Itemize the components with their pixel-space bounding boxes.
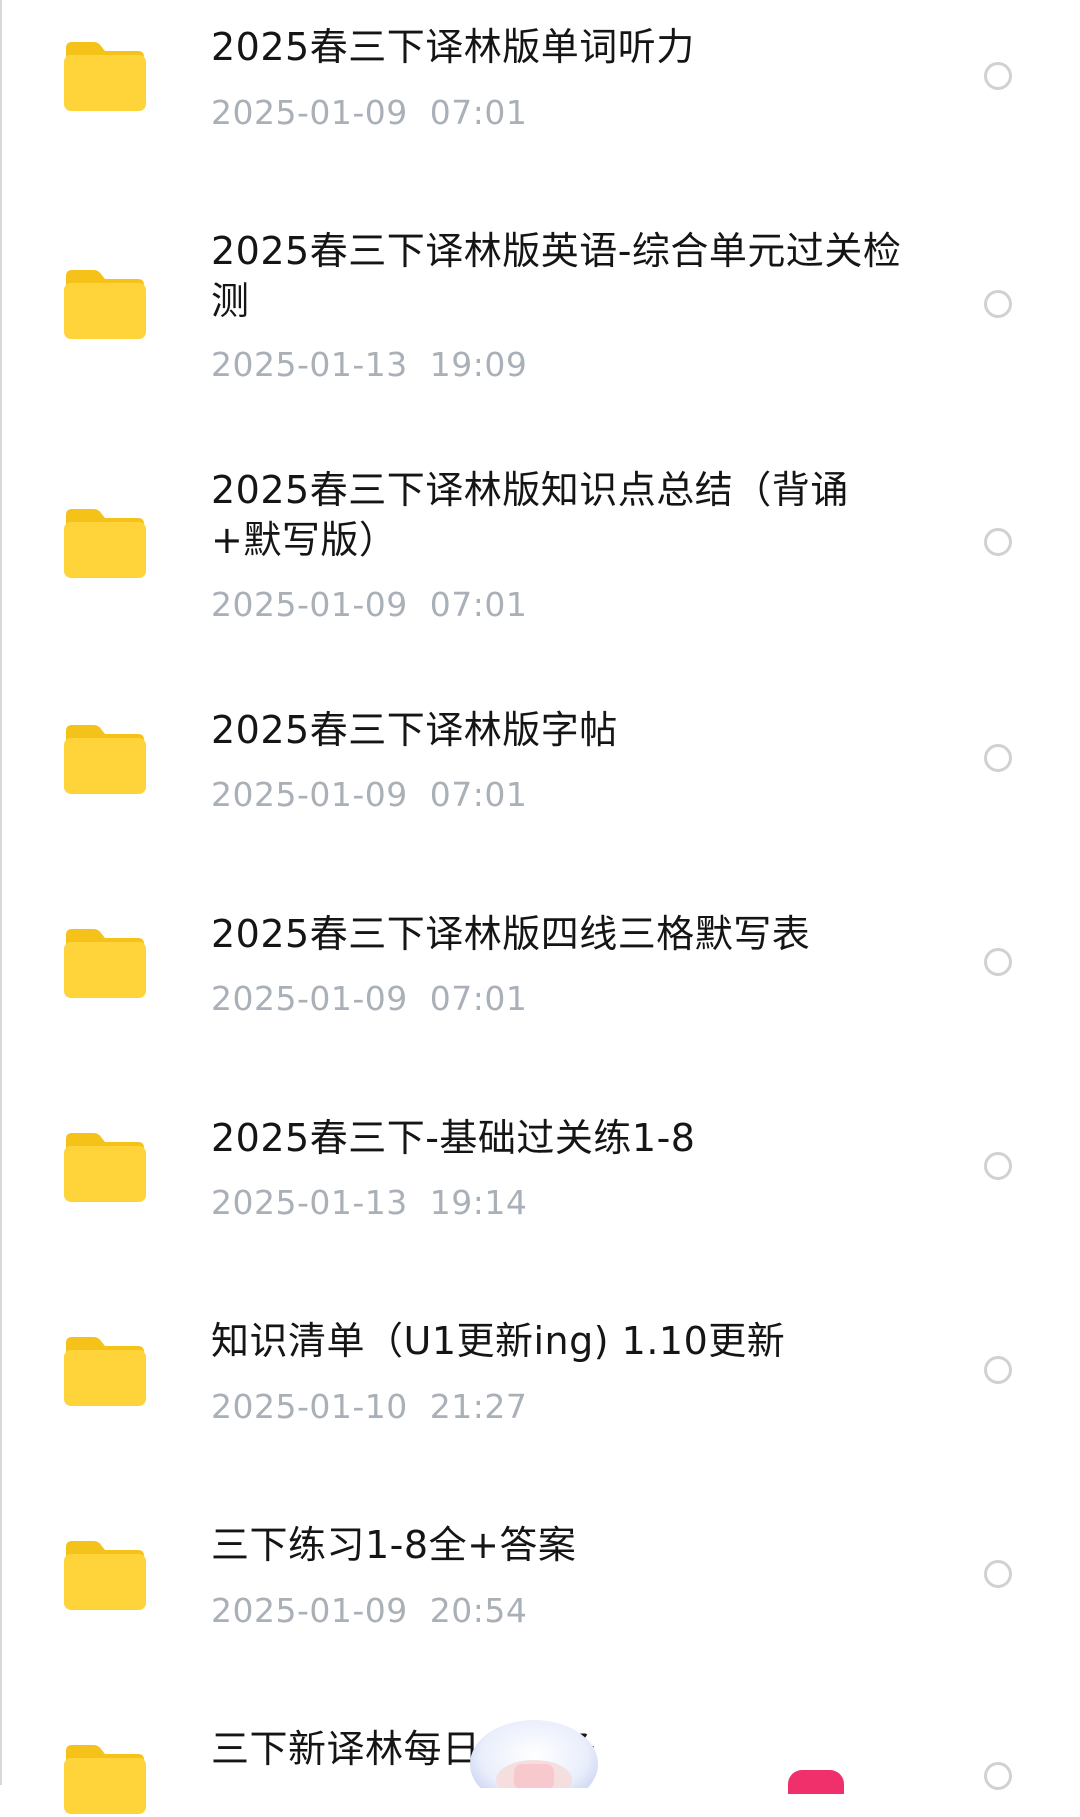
select-radio[interactable] — [984, 62, 1012, 90]
folder-icon — [62, 38, 148, 114]
select-radio[interactable] — [984, 290, 1012, 318]
file-name[interactable]: 2025春三下-基础过关练1-8 — [211, 1113, 911, 1163]
file-date: 2025-01-09 07:01 — [211, 775, 528, 814]
file-date: 2025-01-13 19:14 — [211, 1183, 528, 1222]
select-radio[interactable] — [984, 744, 1012, 772]
folder-icon — [62, 1333, 148, 1409]
select-radio[interactable] — [984, 1560, 1012, 1588]
folder-icon — [62, 721, 148, 797]
left-edge-divider — [0, 0, 2, 1785]
file-date: 2025-01-09 07:01 — [211, 585, 528, 624]
select-radio[interactable] — [984, 528, 1012, 556]
folder-icon — [62, 505, 148, 581]
folder-icon — [62, 925, 148, 1001]
folder-icon — [62, 266, 148, 342]
file-date: 2025-01-09 07:01 — [211, 979, 528, 1018]
file-name[interactable]: 2025春三下译林版四线三格默写表 — [211, 909, 911, 959]
select-radio[interactable] — [984, 1356, 1012, 1384]
file-name[interactable]: 知识清单（U1更新ing) 1.10更新 — [211, 1316, 911, 1366]
file-name[interactable]: 2025春三下译林版字帖 — [211, 705, 911, 755]
select-radio[interactable] — [984, 948, 1012, 976]
file-name[interactable]: 2025春三下译林版单词听力 — [211, 22, 911, 72]
file-name[interactable]: 2025春三下译林版英语-综合单元过关检测 — [211, 226, 911, 326]
file-date: 2025-01-10 21:27 — [211, 1387, 528, 1426]
file-name[interactable]: 三下练习1-8全+答案 — [211, 1520, 911, 1570]
folder-icon — [62, 1129, 148, 1205]
file-date: 2025-01-09 20:54 — [211, 1591, 528, 1630]
file-name[interactable]: 2025春三下译林版知识点总结（背诵+默写版） — [211, 465, 911, 565]
select-radio[interactable] — [984, 1762, 1012, 1790]
file-date: 2025-01-09 07:01 — [211, 93, 528, 132]
floating-badge[interactable] — [788, 1770, 844, 1794]
folder-icon — [62, 1537, 148, 1613]
floating-mascot-icon[interactable] — [468, 1718, 600, 1808]
folder-icon — [62, 1741, 148, 1817]
select-radio[interactable] — [984, 1152, 1012, 1180]
file-date: 2025-01-13 19:09 — [211, 345, 528, 384]
